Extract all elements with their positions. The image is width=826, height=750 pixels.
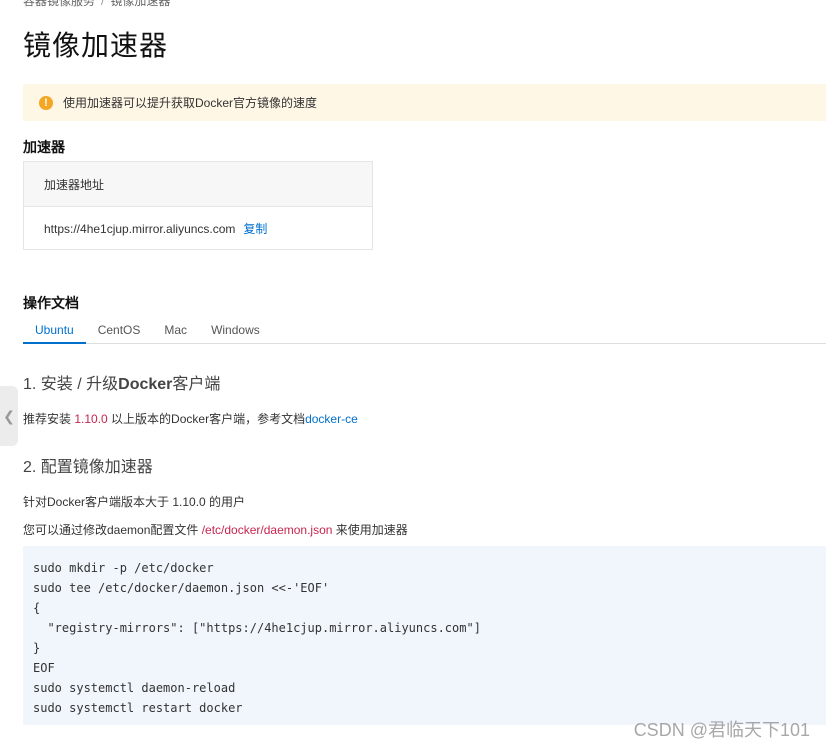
os-tabs: Ubuntu CentOS Mac Windows: [23, 319, 826, 344]
tab-mac[interactable]: Mac: [152, 319, 199, 344]
watermark: CSDN @君临天下101: [633, 720, 810, 740]
chevron-left-icon: ❮: [3, 407, 15, 424]
step2-title: 2. 配置镜像加速器: [23, 459, 153, 476]
code-line: sudo systemctl restart docker: [33, 701, 243, 715]
step1-text-after: 以上版本的Docker客户端，参考文档: [107, 412, 306, 426]
accelerator-table-row: https://4he1cjup.mirror.aliyuncs.com 复制: [24, 207, 372, 250]
code-line: {: [33, 601, 41, 615]
code-line: EOF: [33, 661, 55, 675]
docker-ce-link[interactable]: docker-ce: [305, 412, 358, 426]
accelerator-url: https://4he1cjup.mirror.aliyuncs.com: [44, 221, 236, 236]
breadcrumb: 容器镜像服务 / 镜像加速器: [23, 0, 170, 9]
step1-title-prefix: 1. 安装 / 升级: [23, 376, 119, 393]
code-line: sudo tee /etc/docker/daemon.json <<-'EOF…: [33, 581, 330, 595]
page-title: 镜像加速器: [23, 30, 169, 61]
step2-line2-after: 来使用加速器: [332, 523, 408, 537]
breadcrumb-parent[interactable]: 容器镜像服务: [23, 0, 95, 8]
step1-title-suffix: 客户端: [172, 376, 221, 393]
step2-line2-before: 您可以通过修改daemon配置文件: [23, 523, 202, 537]
step2-line1: 针对Docker客户端版本大于 1.10.0 的用户: [23, 495, 246, 509]
step1-title-bold: Docker: [118, 376, 173, 393]
docs-section-title: 操作文档: [23, 295, 79, 311]
tab-centos[interactable]: CentOS: [86, 319, 153, 344]
tab-windows[interactable]: Windows: [199, 319, 272, 344]
step1-text: 推荐安装 1.10.0 以上版本的Docker客户端，参考文档docker-ce: [23, 410, 358, 427]
notice-text: 使用加速器可以提升获取Docker官方镜像的速度: [63, 96, 318, 110]
accelerator-table: 加速器地址 https://4he1cjup.mirror.aliyuncs.c…: [23, 161, 373, 250]
tab-ubuntu[interactable]: Ubuntu: [23, 319, 86, 344]
daemon-json-path: /etc/docker/daemon.json: [201, 523, 333, 537]
accelerator-table-header: 加速器地址: [24, 162, 372, 207]
step1-title: 1. 安装 / 升级Docker客户端: [23, 370, 220, 394]
step1-version: 1.10.0: [74, 412, 108, 426]
accelerator-section-title: 加速器: [23, 139, 65, 155]
code-line: }: [33, 641, 41, 655]
warning-icon: !: [39, 95, 53, 110]
step1-text-before: 推荐安装: [23, 412, 75, 426]
notice-banner: ! 使用加速器可以提升获取Docker官方镜像的速度: [23, 84, 826, 121]
step2-line2: 您可以通过修改daemon配置文件 /etc/docker/daemon.jso…: [23, 521, 408, 538]
code-line: sudo mkdir -p /etc/docker: [33, 561, 214, 575]
copy-button[interactable]: 复制: [243, 220, 267, 237]
breadcrumb-separator: /: [101, 0, 105, 8]
collapse-sidebar-button[interactable]: ❮: [0, 386, 18, 446]
code-line: sudo systemctl daemon-reload: [33, 681, 236, 695]
breadcrumb-current: 镜像加速器: [110, 0, 171, 8]
code-line: "registry-mirrors": ["https://4he1cjup.m…: [33, 621, 481, 635]
code-block[interactable]: sudo mkdir -p /etc/docker sudo tee /etc/…: [23, 546, 826, 725]
